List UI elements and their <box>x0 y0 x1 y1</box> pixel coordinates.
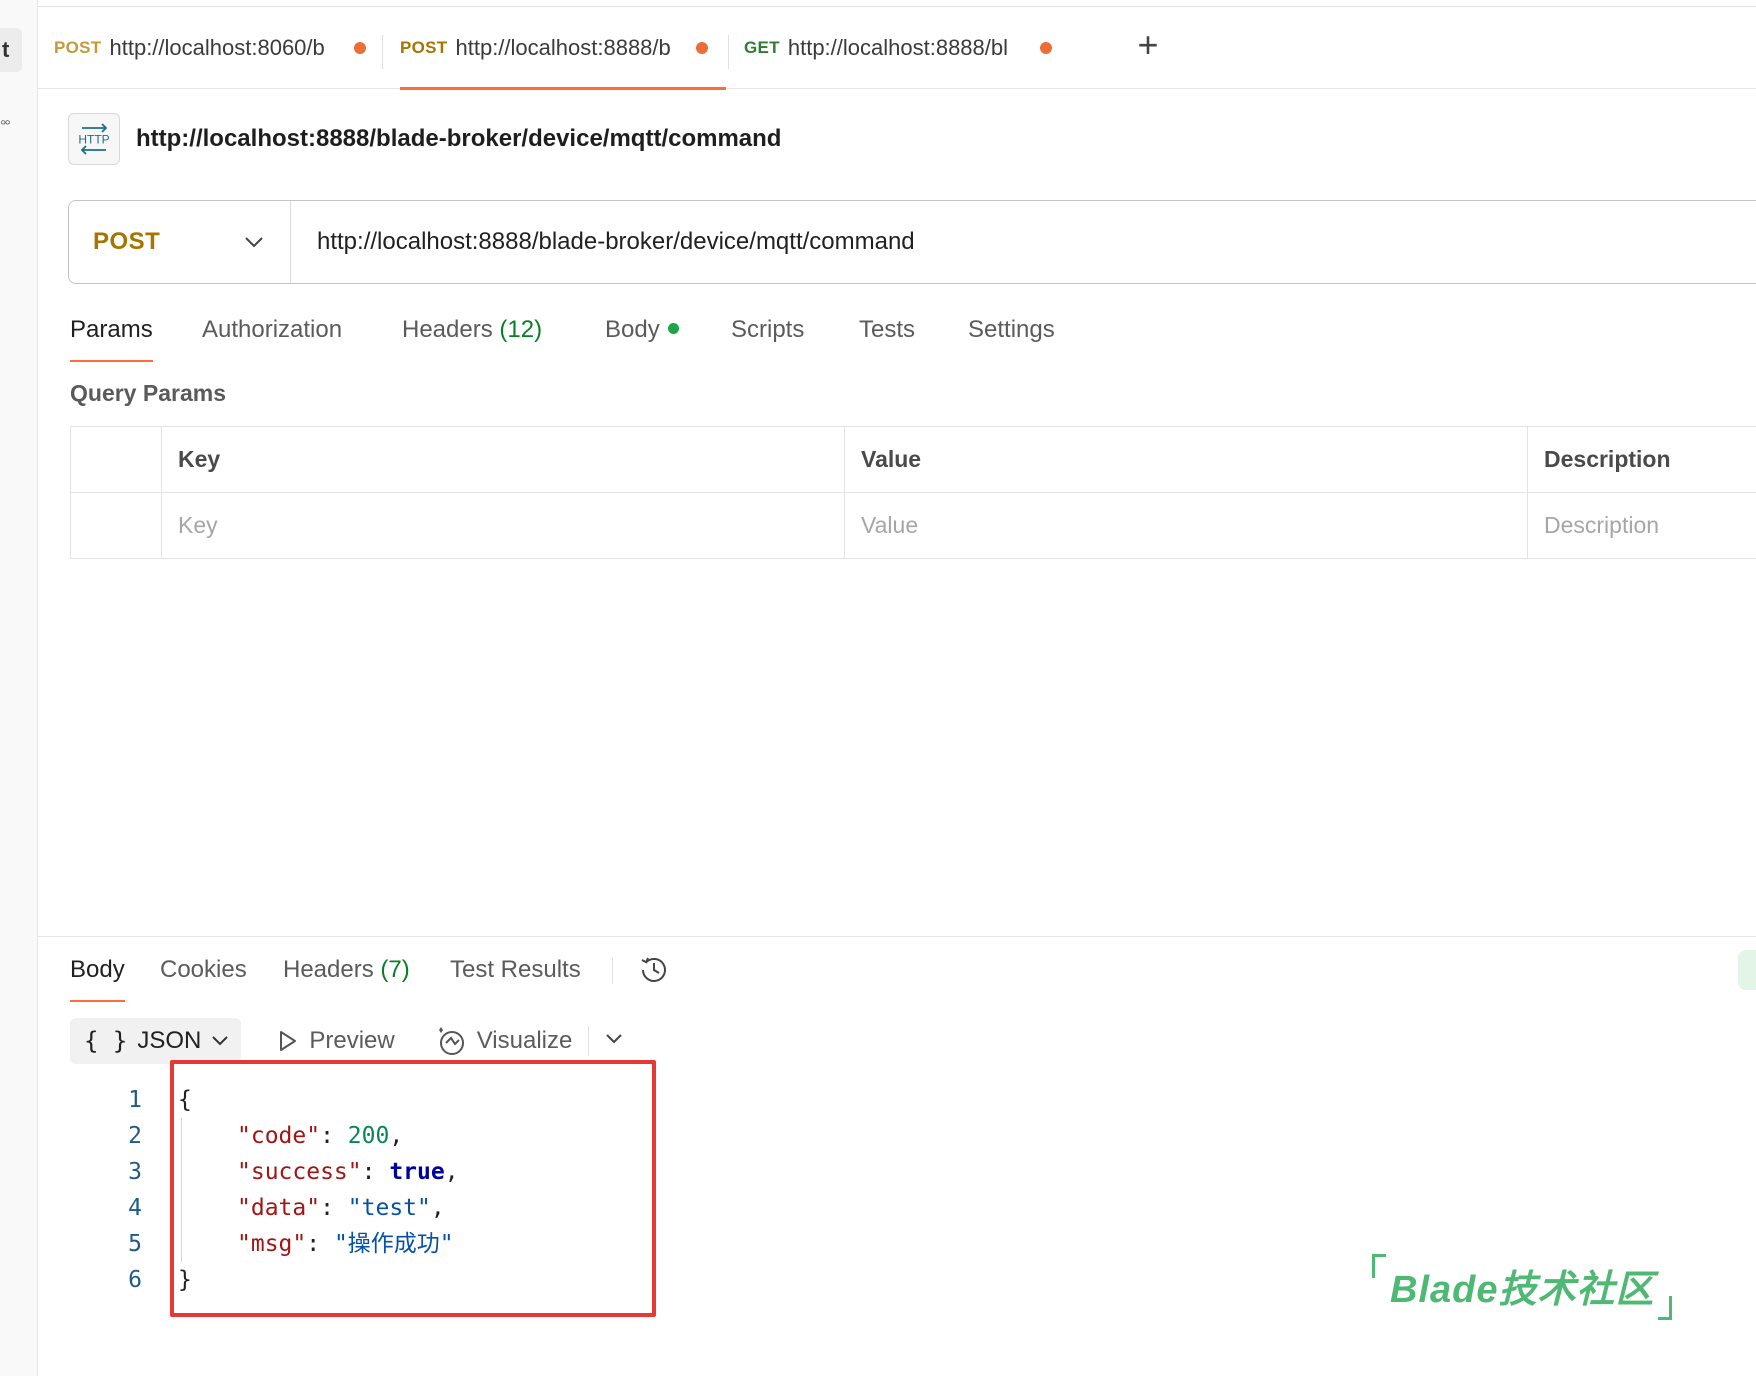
chevron-down-icon <box>606 1034 623 1044</box>
line-number: 1 <box>128 1087 142 1113</box>
tab-headers-count: (12) <box>499 316 543 343</box>
line-number: 3 <box>128 1159 142 1185</box>
format-dropdown[interactable]: { } JSON <box>70 1018 242 1064</box>
line-number: 4 <box>128 1195 142 1221</box>
chevron-down-icon <box>245 237 263 248</box>
preview-label: Preview <box>309 1027 395 1054</box>
watermark-text: Blade技术社区 <box>1390 1269 1655 1311</box>
visualize-icon <box>438 1027 464 1055</box>
url-bar: POST http://localhost:8888/blade-broker/… <box>68 200 1756 284</box>
row-checkbox-cell <box>70 492 162 559</box>
method-dropdown[interactable]: POST <box>69 201 291 283</box>
new-tab-plus-icon[interactable]: + <box>1130 27 1166 65</box>
visualize-label: Visualize <box>476 1027 573 1054</box>
response-status-pill <box>1738 950 1756 990</box>
unsaved-dot-icon <box>353 42 366 54</box>
http-icon: HTTP <box>68 113 120 165</box>
tab-body[interactable]: Body <box>605 310 679 362</box>
response-format-bar: { } JSON Preview Visualize <box>70 1018 623 1064</box>
line-number: 2 <box>128 1123 142 1149</box>
format-value: JSON <box>137 1027 202 1054</box>
body-indicator-dot-icon <box>667 323 679 335</box>
response-tab-body[interactable]: Body <box>70 950 125 1002</box>
tab-headers[interactable]: Headers (12) <box>402 310 542 362</box>
response-tab-headers[interactable]: Headers (7) <box>283 950 410 1002</box>
url-input[interactable]: http://localhost:8888/blade-broker/devic… <box>291 228 915 256</box>
column-header-key: Key <box>161 426 845 493</box>
tab-body-label: Body <box>605 316 660 343</box>
column-header-description: Description <box>1527 426 1756 493</box>
query-params-table: Key Value Description Key Value Descript… <box>70 426 1756 559</box>
sidebar-more-icon[interactable]: °° <box>0 118 11 136</box>
response-tab-headers-label: Headers <box>283 956 374 983</box>
column-header-value: Value <box>844 426 1528 493</box>
tab-headers-label: Headers <box>402 316 493 343</box>
tab-scripts[interactable]: Scripts <box>731 310 804 362</box>
sidebar-collapsed-tab[interactable]: t <box>0 28 22 72</box>
unsaved-dot-icon <box>695 42 708 54</box>
braces-icon: { } <box>84 1027 128 1055</box>
response-tab-cookies[interactable]: Cookies <box>160 950 247 1002</box>
tab-separator <box>612 958 613 984</box>
tab-settings[interactable]: Settings <box>968 310 1055 362</box>
line-number: 6 <box>128 1267 142 1293</box>
tab-tests[interactable]: Tests <box>859 310 915 362</box>
unsaved-dot-icon <box>1039 42 1052 54</box>
http-badge-text: HTTP <box>78 133 109 147</box>
tab-url: http://localhost:8060/b <box>109 35 325 60</box>
chevron-down-icon <box>212 1036 229 1046</box>
visualize-button[interactable]: Visualize <box>435 1025 573 1057</box>
tab-separator <box>382 35 383 69</box>
tab-params[interactable]: Params <box>70 310 153 362</box>
format-separator <box>588 1026 590 1056</box>
tab-method: GET <box>744 38 780 57</box>
watermark: Blade技术社区 <box>1372 1254 1672 1320</box>
tab-method: POST <box>400 38 448 57</box>
query-params-title: Query Params <box>70 380 226 406</box>
checkbox-column-header <box>70 426 162 493</box>
table-row: Key Value Description <box>70 492 1756 559</box>
left-rail: t °° <box>0 0 38 1376</box>
value-input[interactable]: Value <box>844 492 1528 559</box>
request-tab-1[interactable]: POST http://localhost:8060/b <box>54 7 366 89</box>
watermark-corner <box>1372 1254 1386 1278</box>
play-icon <box>280 1031 297 1051</box>
response-tab-headers-count: (7) <box>380 956 410 983</box>
table-header-row: Key Value Description <box>70 426 1756 493</box>
request-name[interactable]: http://localhost:8888/blade-broker/devic… <box>136 125 781 153</box>
request-tab-2[interactable]: POST http://localhost:8888/b <box>400 7 726 90</box>
request-header: HTTP http://localhost:8888/blade-broker/… <box>68 112 781 166</box>
tab-authorization[interactable]: Authorization <box>202 310 342 362</box>
history-icon[interactable] <box>636 952 672 993</box>
line-number: 5 <box>128 1231 142 1257</box>
tab-url: http://localhost:8888/b <box>455 35 671 60</box>
watermark-corner <box>1658 1296 1672 1320</box>
request-tab-3[interactable]: GET http://localhost:8888/bl <box>744 7 1052 89</box>
preview-button[interactable]: Preview <box>275 1027 395 1055</box>
tab-separator <box>728 35 729 69</box>
description-input[interactable]: Description <box>1527 492 1756 559</box>
tab-method: POST <box>54 38 102 57</box>
tab-url: http://localhost:8888/bl <box>787 35 1009 60</box>
highlight-annotation-box <box>170 1060 656 1317</box>
method-value: POST <box>93 228 161 255</box>
visualize-more-chevron[interactable] <box>605 1032 623 1050</box>
request-tab-bar: POST http://localhost:8060/b POST http:/… <box>38 7 1756 90</box>
response-divider[interactable] <box>38 936 1756 937</box>
response-tab-test-results[interactable]: Test Results <box>450 950 581 1002</box>
key-input[interactable]: Key <box>161 492 845 559</box>
